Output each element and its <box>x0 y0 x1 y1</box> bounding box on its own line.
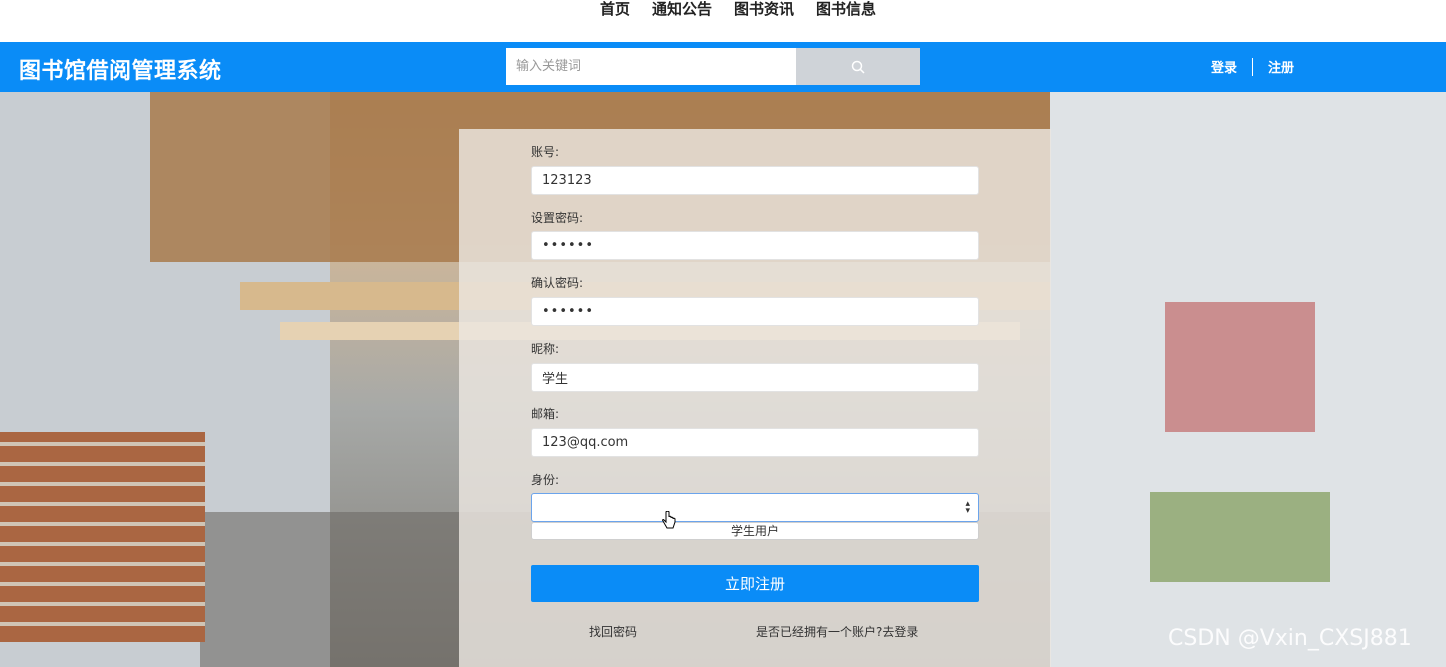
header-bar: 图书馆借阅管理系统 登录 注册 <box>0 42 1446 92</box>
select-arrows-icon: ▴ ▾ <box>965 499 970 516</box>
login-link[interactable]: 登录 <box>1211 57 1237 76</box>
hand-cursor-icon <box>662 511 676 529</box>
bg-books <box>0 432 205 642</box>
go-login-link[interactable]: 是否已经拥有一个账户?去登录 <box>756 623 918 640</box>
identity-select[interactable]: ▴ ▾ <box>531 493 979 522</box>
password-input[interactable]: •••••• <box>531 231 979 260</box>
nav-book-info[interactable]: 图书信息 <box>816 0 876 18</box>
top-nav-links: 首页 通知公告 图书资讯 图书信息 <box>600 0 876 18</box>
email-input[interactable]: 123@qq.com <box>531 428 979 457</box>
top-nav: 首页 通知公告 图书资讯 图书信息 <box>0 0 1446 42</box>
search-input[interactable] <box>506 48 796 85</box>
auth-divider <box>1251 57 1253 76</box>
account-label: 账号: <box>531 145 560 159</box>
email-label: 邮箱: <box>531 407 560 421</box>
csdn-watermark: CSDN @Vxin_CXSJ881 <box>1168 626 1412 651</box>
bg-field <box>1150 492 1330 582</box>
confirm-password-label: 确认密码: <box>531 276 584 290</box>
nav-notice[interactable]: 通知公告 <box>652 0 712 18</box>
register-link[interactable]: 注册 <box>1268 57 1294 76</box>
confirm-password-input[interactable]: •••••• <box>531 297 979 326</box>
auth-links: 登录 注册 <box>1211 57 1294 76</box>
search-icon <box>851 60 865 74</box>
identity-option-student[interactable]: 学生用户 <box>531 522 979 540</box>
nav-home[interactable]: 首页 <box>600 0 630 18</box>
bg-building <box>1165 302 1315 432</box>
password-label: 设置密码: <box>531 211 584 225</box>
account-input[interactable]: 123123 <box>531 166 979 195</box>
nickname-input[interactable]: 学生 <box>531 363 979 392</box>
register-submit-button[interactable]: 立即注册 <box>531 565 979 602</box>
forgot-password-link[interactable]: 找回密码 <box>589 623 637 640</box>
nav-book-news[interactable]: 图书资讯 <box>734 0 794 18</box>
search-button[interactable] <box>796 48 920 85</box>
identity-label: 身份: <box>531 473 560 487</box>
search-bar <box>506 48 920 85</box>
site-logo[interactable]: 图书馆借阅管理系统 <box>19 53 222 85</box>
nickname-label: 昵称: <box>531 342 560 356</box>
